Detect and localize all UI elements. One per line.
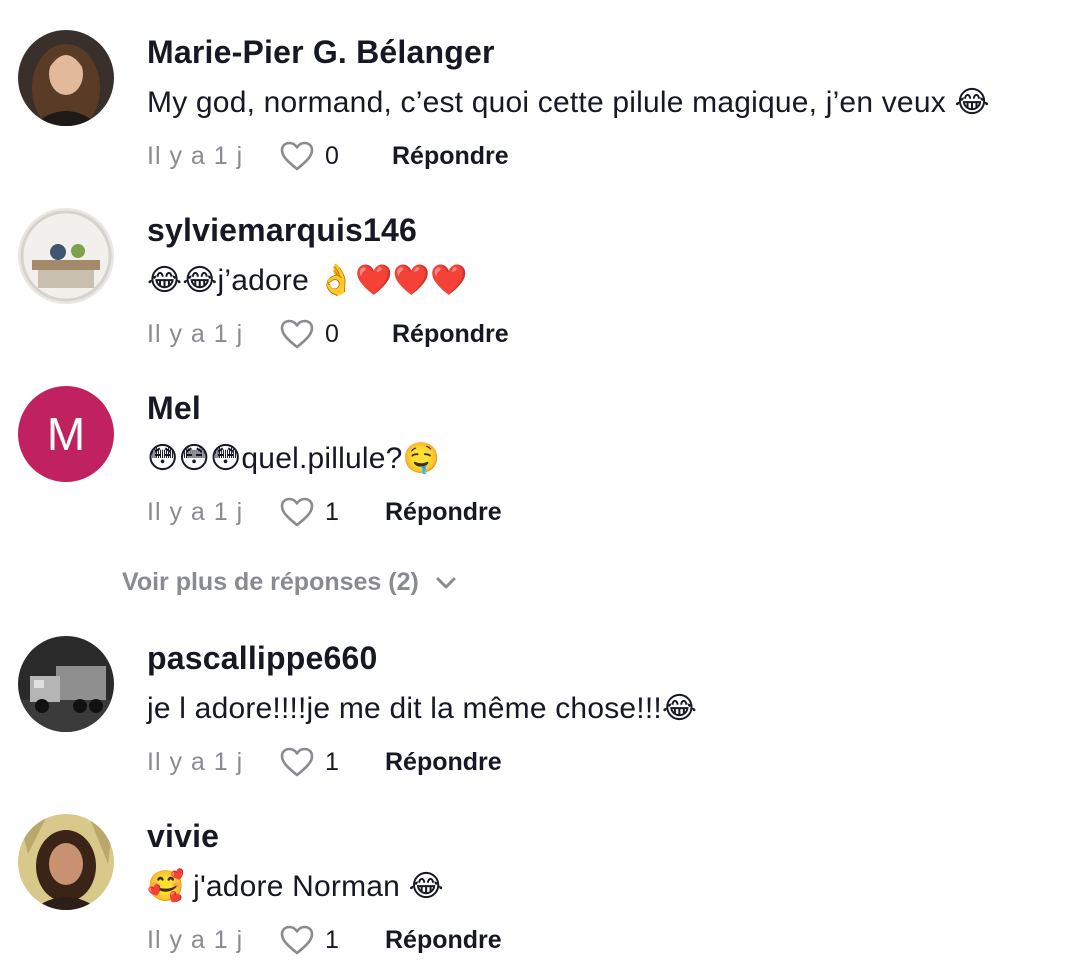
like-button[interactable]: 1 — [279, 496, 385, 528]
avatar[interactable] — [18, 30, 114, 126]
like-button[interactable]: 0 — [279, 140, 392, 172]
like-button[interactable]: 1 — [279, 924, 385, 956]
heart-outline-icon — [280, 497, 314, 527]
like-count: 0 — [325, 319, 339, 348]
view-more-label: Voir plus de réponses (2) — [122, 568, 419, 596]
avatar[interactable] — [18, 208, 114, 304]
like-button[interactable]: 1 — [279, 746, 385, 778]
comment-text: 🥰 j'adore Norman 😂 — [147, 870, 444, 903]
comment-meta: Il y a 1 j 0 Répondre — [147, 140, 509, 172]
reply-button[interactable]: Répondre — [392, 320, 509, 349]
timestamp: Il y a 1 j — [147, 497, 244, 526]
like-count: 1 — [325, 747, 339, 776]
heart-outline-icon — [280, 319, 314, 349]
heart-outline-icon — [280, 747, 314, 777]
comment-text: je l adore!!!!je me dit la même chose!!!… — [147, 692, 698, 725]
username[interactable]: vivie — [147, 818, 219, 855]
reply-button[interactable]: Répondre — [385, 748, 502, 777]
comment-text: My god, normand, c’est quoi cette pilule… — [147, 86, 990, 119]
username[interactable]: Marie-Pier G. Bélanger — [147, 34, 495, 71]
comment-meta: Il y a 1 j 1 Répondre — [147, 496, 502, 528]
like-button[interactable]: 0 — [279, 318, 392, 350]
timestamp: Il y a 1 j — [147, 747, 244, 776]
reply-button[interactable]: Répondre — [385, 498, 502, 527]
comment-text: 😳😳😳quel.pillule?🤤 — [147, 442, 441, 475]
chevron-down-icon — [436, 577, 456, 588]
username[interactable]: pascallippe660 — [147, 640, 378, 677]
username[interactable]: sylviemarquis146 — [147, 212, 417, 249]
comment-meta: Il y a 1 j 1 Répondre — [147, 746, 502, 778]
timestamp: Il y a 1 j — [147, 319, 244, 348]
timestamp: Il y a 1 j — [147, 925, 244, 954]
like-count: 1 — [325, 925, 339, 954]
like-count: 0 — [325, 141, 339, 170]
heart-outline-icon — [280, 141, 314, 171]
comment-text: 😂😂j’adore 👌❤️❤️❤️ — [147, 264, 468, 297]
comment-meta: Il y a 1 j 0 Répondre — [147, 318, 509, 350]
avatar[interactable]: M — [18, 386, 114, 482]
view-more-replies-button[interactable]: Voir plus de réponses (2) — [122, 568, 457, 597]
avatar[interactable] — [18, 636, 114, 732]
timestamp: Il y a 1 j — [147, 141, 244, 170]
username[interactable]: Mel — [147, 390, 201, 427]
avatar[interactable] — [18, 814, 114, 910]
like-count: 1 — [325, 497, 339, 526]
reply-button[interactable]: Répondre — [392, 142, 509, 171]
heart-outline-icon — [280, 925, 314, 955]
avatar-initial: M — [46, 408, 86, 460]
comment-meta: Il y a 1 j 1 Répondre — [147, 924, 502, 956]
reply-button[interactable]: Répondre — [385, 926, 502, 955]
